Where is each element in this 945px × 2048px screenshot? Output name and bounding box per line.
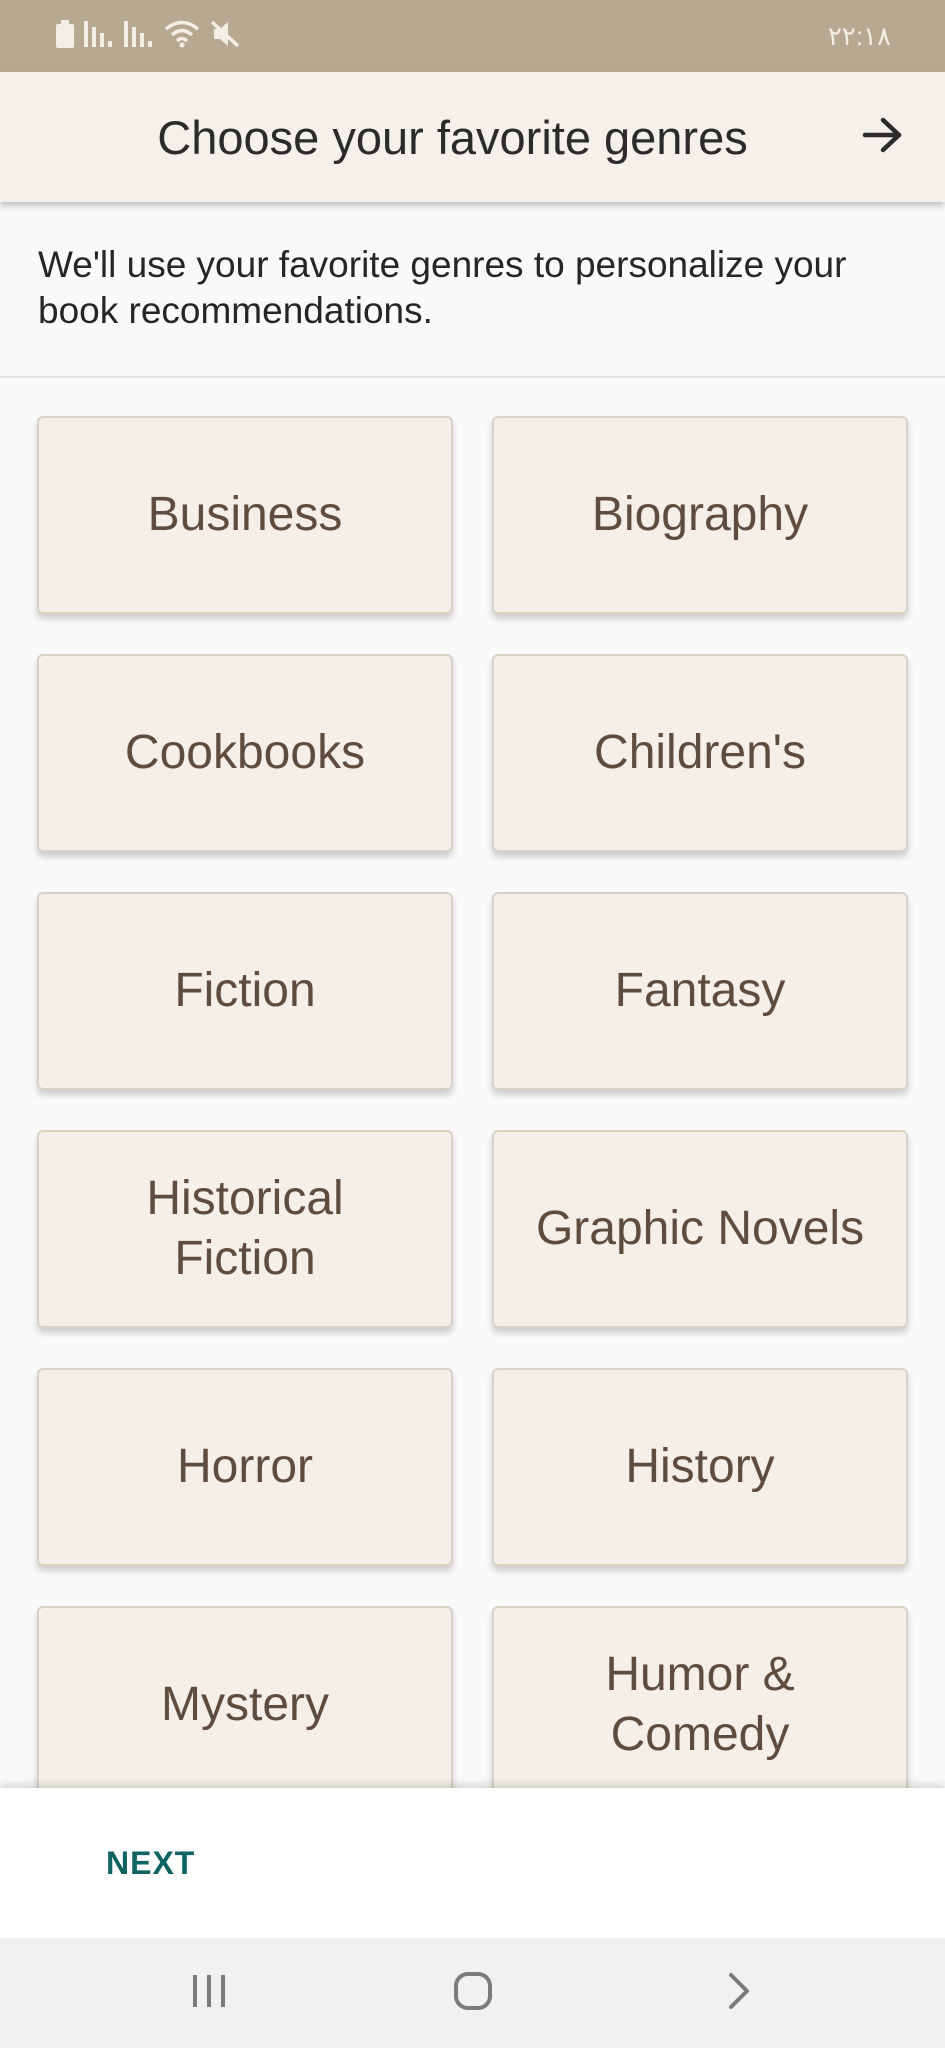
status-bar: ٢٢:١٨: [0, 0, 945, 72]
wifi-icon: [164, 20, 200, 53]
status-time: ٢٢:١٨: [827, 20, 891, 51]
signal-icon: [124, 20, 154, 52]
system-nav-bar: [0, 1938, 945, 2048]
genre-card-historical-fiction[interactable]: Historical Fiction: [37, 1130, 453, 1328]
genre-card-fantasy[interactable]: Fantasy: [492, 892, 908, 1090]
back-button[interactable]: [699, 1958, 779, 2028]
genre-card-graphic-novels[interactable]: Graphic Novels: [492, 1130, 908, 1328]
genre-card-business[interactable]: Business: [37, 416, 453, 614]
home-icon: [453, 1971, 493, 2016]
genre-card-mystery[interactable]: Mystery: [37, 1606, 453, 1790]
screen: ٢٢:١٨ Choose your favorite genres We'll …: [0, 0, 945, 2048]
genre-label: Mystery: [161, 1678, 329, 1731]
status-icons: [56, 19, 240, 53]
forward-button[interactable]: [845, 99, 921, 175]
signal-icon: [84, 20, 114, 52]
battery-icon: [56, 19, 74, 53]
description-panel: We'll use your favorite genres to person…: [0, 202, 945, 378]
recent-apps-icon: [189, 1973, 229, 2014]
genre-card-humor-comedy[interactable]: Humor & Comedy: [492, 1606, 908, 1790]
genre-label: Fantasy: [614, 964, 786, 1017]
back-icon: [725, 1971, 753, 2016]
bottom-action-bar: NEXT: [0, 1788, 945, 1938]
mute-icon: [210, 20, 240, 53]
app-bar: Choose your favorite genres: [0, 72, 945, 202]
genre-card-horror[interactable]: Horror: [37, 1368, 453, 1566]
arrow-right-icon: [861, 115, 905, 160]
next-button[interactable]: NEXT: [88, 1828, 213, 1898]
genre-label: Business: [147, 488, 343, 541]
genre-label: Historical Fiction: [146, 1172, 344, 1285]
genre-label: Graphic Novels: [535, 1202, 865, 1255]
genre-card-cookbooks[interactable]: Cookbooks: [37, 654, 453, 852]
recent-apps-button[interactable]: [169, 1958, 249, 2028]
genre-card-biography[interactable]: Biography: [492, 416, 908, 614]
genre-card-history[interactable]: History: [492, 1368, 908, 1566]
genre-label: Cookbooks: [124, 726, 366, 779]
genre-label: Biography: [591, 488, 809, 541]
genre-label: History: [625, 1440, 775, 1493]
genre-label: Humor & Comedy: [605, 1648, 795, 1761]
genre-grid: Business Biography Cookbooks Children's …: [37, 416, 908, 1790]
genre-list[interactable]: Business Biography Cookbooks Children's …: [0, 380, 945, 1790]
genre-label: Horror: [176, 1440, 313, 1493]
genre-label: Children's: [594, 726, 806, 779]
home-button[interactable]: [433, 1958, 513, 2028]
page-title: Choose your favorite genres: [157, 110, 748, 164]
genre-label: Fiction: [174, 964, 316, 1017]
description-text: We'll use your favorite genres to person…: [38, 244, 847, 331]
genre-card-childrens[interactable]: Children's: [492, 654, 908, 852]
genre-card-fiction[interactable]: Fiction: [37, 892, 453, 1090]
